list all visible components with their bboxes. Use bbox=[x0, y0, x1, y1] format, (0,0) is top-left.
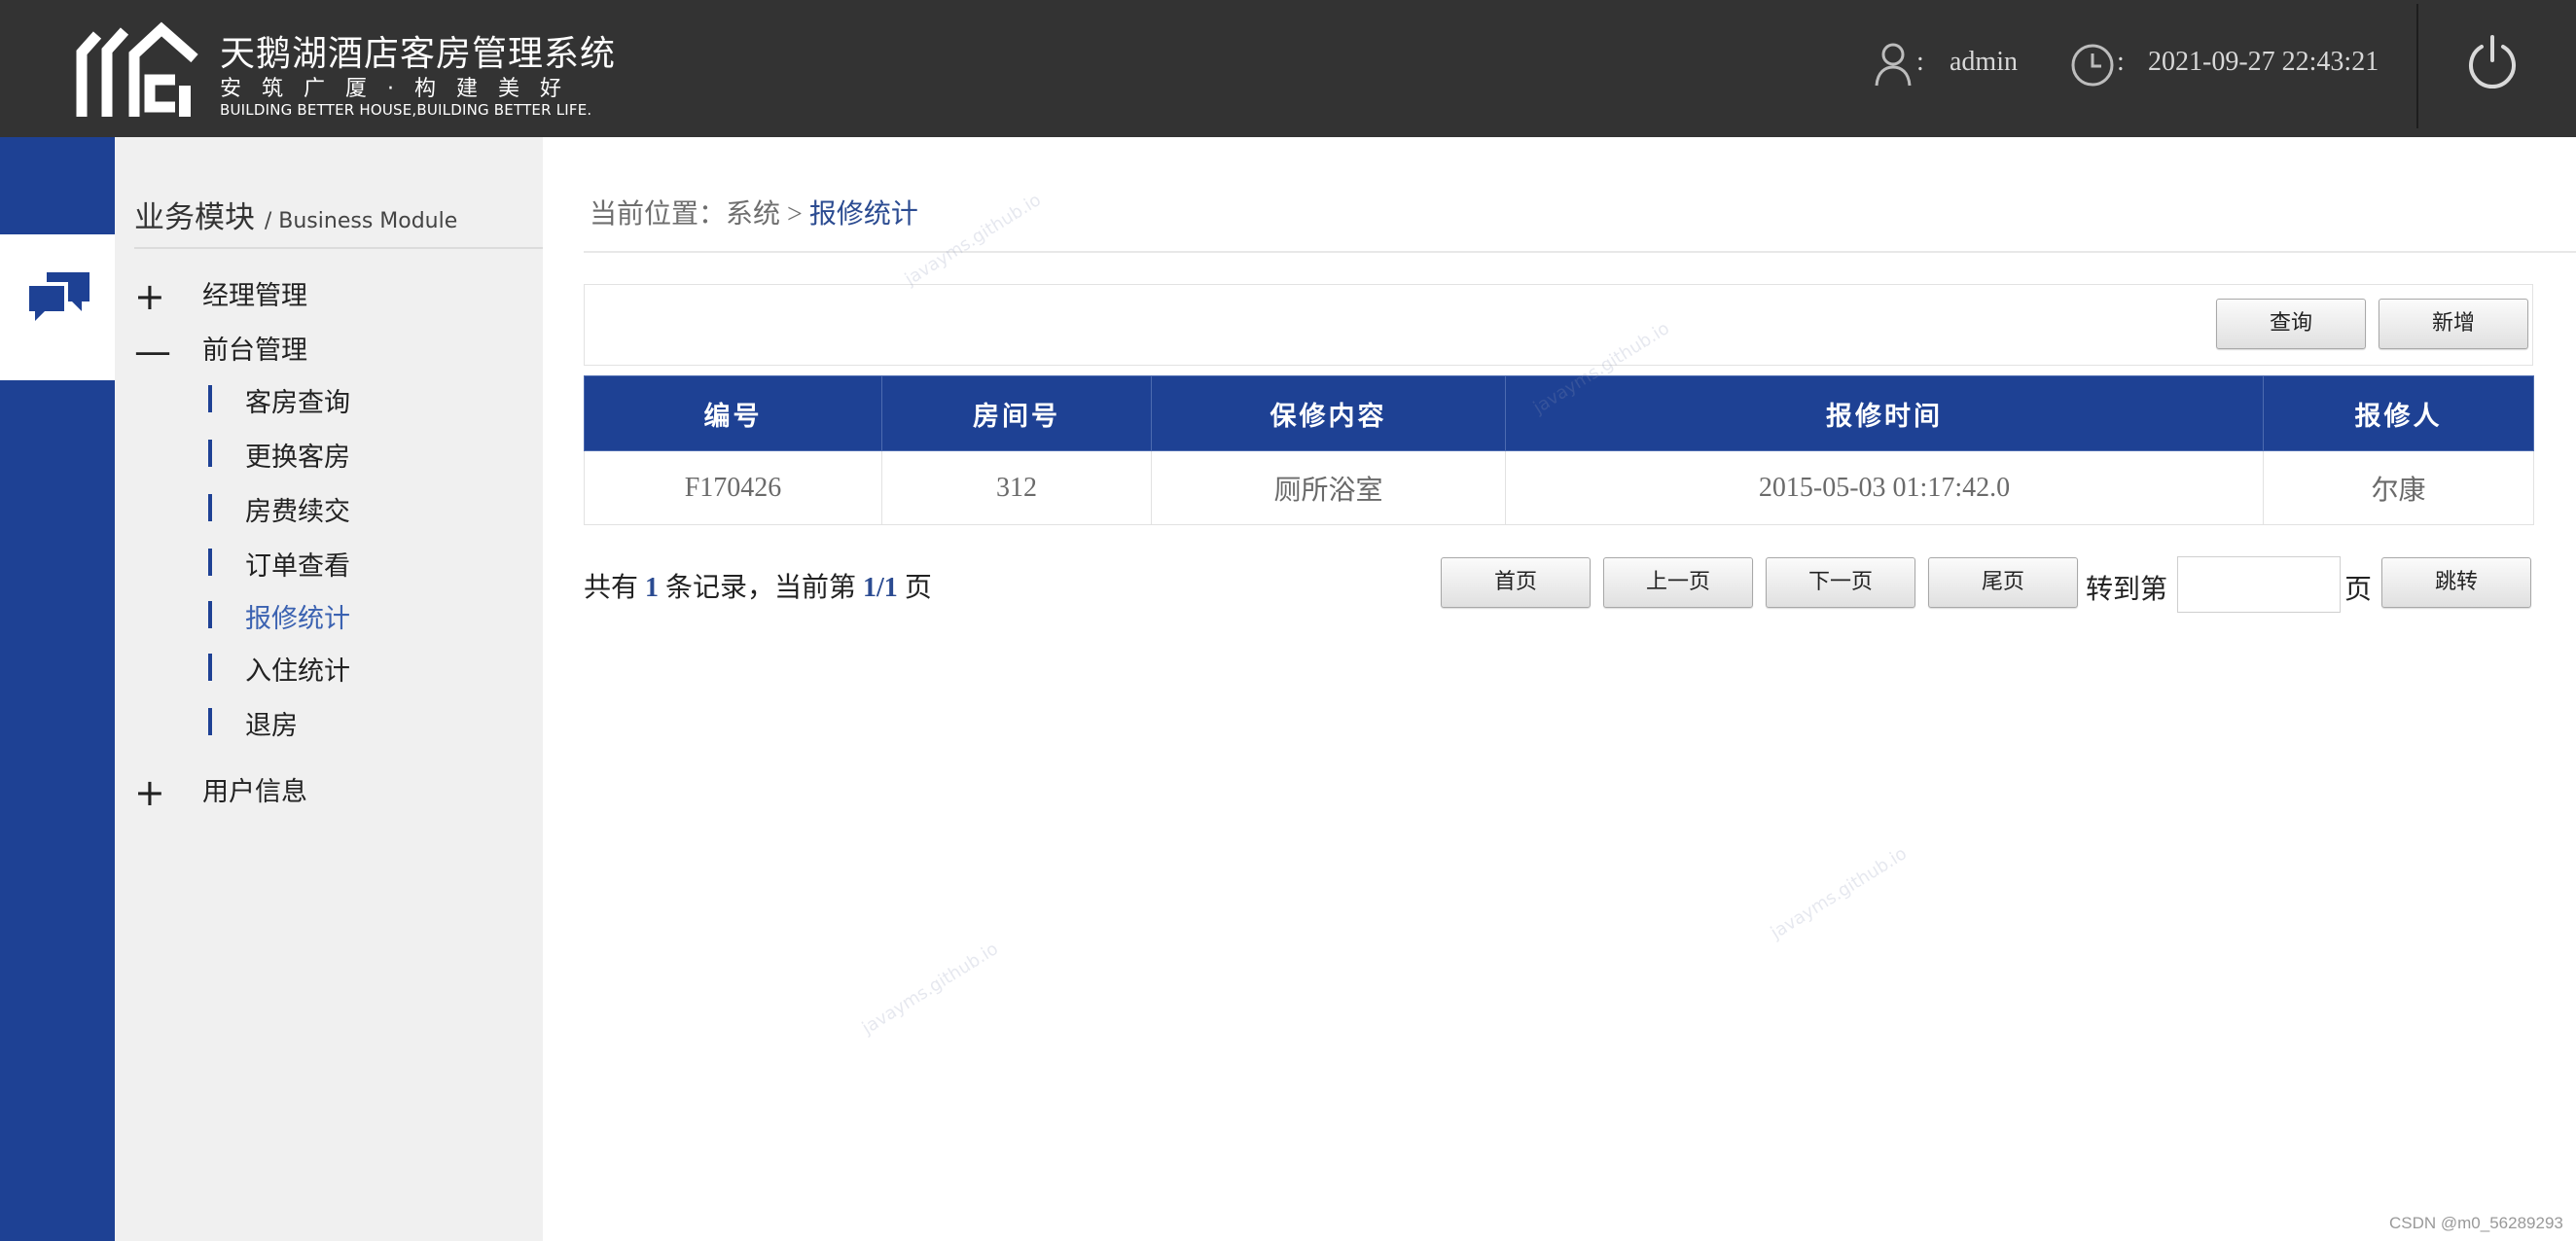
item-bar bbox=[208, 494, 212, 521]
time-separator: : bbox=[2117, 47, 2125, 77]
cell-reporter: 尔康 bbox=[2263, 450, 2534, 525]
item-bar bbox=[208, 708, 212, 735]
goto-label: 转到第 bbox=[2086, 573, 2168, 605]
summary-suffix: 页 bbox=[904, 573, 932, 603]
sidebar-group-user-info[interactable]: + 用户信息 bbox=[134, 770, 307, 814]
sidebar-item-label: 房费续交 bbox=[245, 497, 350, 527]
cell-room: 312 bbox=[881, 450, 1152, 525]
app-slogan: 安筑广厦·构建美好 bbox=[220, 77, 582, 101]
sidebar-group-front-desk[interactable]: — 前台管理 bbox=[134, 329, 307, 372]
sidebar-divider bbox=[134, 247, 543, 249]
col-header-reporter: 报修人 bbox=[2263, 375, 2534, 451]
jump-button[interactable]: 跳转 bbox=[2381, 557, 2531, 608]
breadcrumb-parent[interactable]: 系统 bbox=[726, 199, 780, 230]
item-bar bbox=[208, 654, 212, 681]
module-title: 业务模块 / Business Module bbox=[134, 193, 457, 236]
summary-page-info: 1/1 bbox=[863, 573, 898, 603]
power-icon[interactable] bbox=[2467, 33, 2518, 89]
module-title-zh: 业务模块 bbox=[134, 200, 255, 235]
sidebar-item-label: 订单查看 bbox=[245, 551, 350, 582]
breadcrumb-prefix: 当前位置： bbox=[590, 199, 727, 230]
sidebar-group-label: 经理管理 bbox=[202, 281, 307, 311]
col-header-time: 报修时间 bbox=[1505, 375, 2264, 451]
sidebar-item-checkout[interactable]: 退房 bbox=[208, 704, 298, 742]
house-logo-icon bbox=[76, 21, 198, 117]
query-button[interactable]: 查询 bbox=[2216, 299, 2366, 349]
cell-id: F170426 bbox=[584, 450, 882, 525]
breadcrumb-separator: > bbox=[787, 199, 803, 230]
item-bar bbox=[208, 601, 212, 628]
sidebar-item-label: 更换客房 bbox=[245, 443, 350, 473]
record-summary: 共有 1 条记录，当前第 1/1 页 bbox=[584, 566, 932, 605]
goto-page-input[interactable] bbox=[2177, 556, 2341, 613]
summary-mid: 条记录，当前第 bbox=[665, 573, 857, 603]
app-slogan-en: BUILDING BETTER HOUSE,BUILDING BETTER LI… bbox=[220, 101, 592, 119]
col-header-content: 保修内容 bbox=[1151, 375, 1506, 451]
breadcrumb: 当前位置：系统 > 报修统计 bbox=[590, 193, 918, 231]
watermark: javayms.github.io bbox=[858, 939, 1002, 1039]
breadcrumb-current: 报修统计 bbox=[808, 199, 918, 230]
sidebar-item-change-room[interactable]: 更换客房 bbox=[208, 436, 350, 474]
item-bar bbox=[208, 440, 212, 467]
expand-plus-icon: + bbox=[134, 275, 165, 318]
username: admin bbox=[1950, 47, 2018, 77]
item-bar bbox=[208, 385, 212, 412]
sidebar-item-label: 退房 bbox=[245, 711, 298, 741]
clock-icon bbox=[2071, 44, 2114, 87]
sidebar-item-label: 入住统计 bbox=[245, 656, 350, 687]
watermark: javayms.github.io bbox=[1767, 843, 1911, 943]
add-button[interactable]: 新增 bbox=[2379, 299, 2528, 349]
item-bar bbox=[208, 549, 212, 576]
col-header-id: 编号 bbox=[584, 375, 882, 451]
prev-page-button[interactable]: 上一页 bbox=[1603, 557, 1753, 608]
sidebar-item-label: 客房查询 bbox=[245, 388, 350, 418]
sidebar-group-manager[interactable]: + 经理管理 bbox=[134, 274, 307, 318]
user-icon bbox=[1875, 43, 1912, 87]
last-page-button[interactable]: 尾页 bbox=[1928, 557, 2078, 608]
cell-time: 2015-05-03 01:17:42.0 bbox=[1505, 450, 2264, 525]
first-page-button[interactable]: 首页 bbox=[1441, 557, 1591, 608]
module-title-en: / Business Module bbox=[264, 209, 458, 233]
next-page-button[interactable]: 下一页 bbox=[1766, 557, 1915, 608]
breadcrumb-divider bbox=[584, 251, 2576, 253]
summary-prefix: 共有 bbox=[584, 573, 639, 603]
sidebar-group-label: 前台管理 bbox=[202, 336, 307, 366]
watermark: javayms.github.io bbox=[901, 190, 1045, 290]
expand-plus-icon: + bbox=[134, 771, 165, 814]
header-divider bbox=[2416, 4, 2418, 128]
sidebar-item-label: 报修统计 bbox=[245, 604, 350, 634]
current-datetime: 2021-09-27 22:43:21 bbox=[2148, 47, 2379, 77]
sidebar-item-room-query[interactable]: 客房查询 bbox=[208, 381, 350, 419]
app-title: 天鹅湖酒店客房管理系统 bbox=[220, 34, 617, 74]
col-header-room: 房间号 bbox=[881, 375, 1152, 451]
collapse-minus-icon: — bbox=[134, 330, 171, 372]
chat-bubbles-icon bbox=[29, 272, 89, 321]
goto-suffix: 页 bbox=[2344, 573, 2373, 605]
top-header: 天鹅湖酒店客房管理系统 安筑广厦·构建美好 BUILDING BETTER HO… bbox=[0, 0, 2576, 137]
action-toolbar: 查询 新增 bbox=[584, 284, 2533, 366]
table-row[interactable]: F170426 312 厕所浴室 2015-05-03 01:17:42.0 尔… bbox=[584, 450, 2534, 525]
sidebar-item-orders[interactable]: 订单查看 bbox=[208, 545, 350, 583]
sidebar-group-label: 用户信息 bbox=[202, 777, 307, 807]
sidebar-item-renew-fee[interactable]: 房费续交 bbox=[208, 490, 350, 528]
cell-content: 厕所浴室 bbox=[1151, 450, 1506, 525]
csdn-credit: CSDN @m0_56289293 bbox=[2389, 1214, 2563, 1232]
summary-total: 1 bbox=[645, 573, 660, 603]
sidebar-item-checkin-stats[interactable]: 入住统计 bbox=[208, 650, 350, 688]
sidebar-item-repair-stats[interactable]: 报修统计 bbox=[208, 597, 350, 635]
user-separator: : bbox=[1916, 47, 1924, 77]
